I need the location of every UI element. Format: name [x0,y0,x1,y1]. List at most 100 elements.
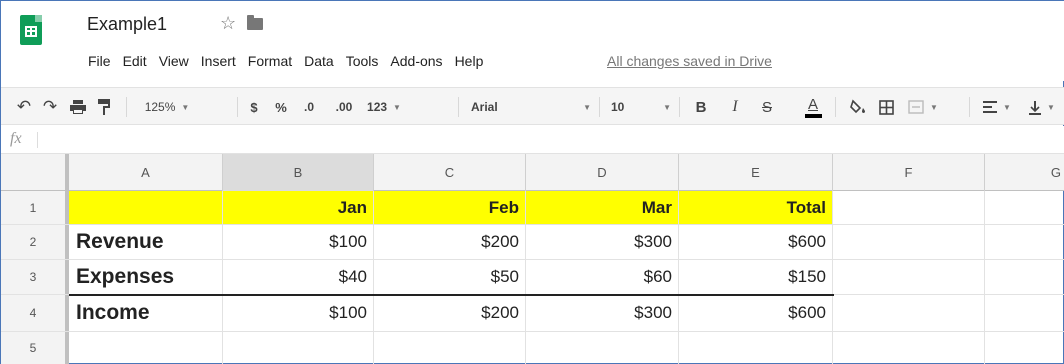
cell-d4[interactable]: $300 [526,295,679,331]
more-formats-button[interactable]: 123 ▼ [361,88,407,126]
row-header[interactable]: 5 [1,332,69,364]
borders-icon[interactable] [875,88,897,126]
toolbar-separator [835,97,836,117]
column-header-e[interactable]: E [679,154,833,191]
toolbar-separator [237,97,238,117]
save-status-link[interactable]: All changes saved in Drive [607,53,772,69]
column-header-a[interactable]: A [69,154,223,191]
cell-a4[interactable]: Income [69,295,223,331]
cell-e3[interactable]: $150 [679,260,833,294]
cell-b2[interactable]: $100 [223,225,374,259]
chevron-down-icon: ▼ [393,102,401,112]
zoom-select[interactable]: 125% ▼ [137,88,197,126]
menu-tools[interactable]: Tools [340,53,385,69]
text-color-button[interactable]: A [801,88,825,126]
fill-color-icon[interactable] [847,88,869,126]
total-divider-line [69,294,834,296]
cell-e5[interactable] [679,332,833,364]
column-header-c[interactable]: C [374,154,526,191]
undo-icon[interactable]: ↶ [13,88,35,126]
cell-g4[interactable] [985,295,1064,331]
column-header-g[interactable]: G [985,154,1064,191]
cell-d5[interactable] [526,332,679,364]
percent-format-button[interactable]: % [271,88,291,126]
row-header[interactable]: 4 [1,295,69,331]
column-header-row: A B C D E F G [1,154,1064,191]
cell-e2[interactable]: $600 [679,225,833,259]
menu-edit[interactable]: Edit [117,53,153,69]
paint-format-icon[interactable] [94,88,114,126]
cell-a5[interactable] [69,332,223,364]
column-header-b[interactable]: B [223,154,374,191]
merge-cells-icon[interactable]: ▼ [903,88,943,126]
cell-f5[interactable] [833,332,985,364]
cell-c4[interactable]: $200 [374,295,526,331]
menu-insert[interactable]: Insert [195,53,242,69]
cell-g1[interactable] [985,191,1064,224]
menu-addons[interactable]: Add-ons [384,53,448,69]
row-header[interactable]: 2 [1,225,69,259]
bold-button[interactable]: B [691,88,711,126]
text-color-label: A [807,95,818,113]
cell-c2[interactable]: $200 [374,225,526,259]
cell-e1[interactable]: Total [679,191,833,224]
cell-b3[interactable]: $40 [223,260,374,294]
cell-f3[interactable] [833,260,985,294]
cell-a1[interactable] [69,191,223,224]
menu-help[interactable]: Help [449,53,490,69]
increase-decimal-button[interactable]: .00 [329,88,359,126]
cell-e4[interactable]: $600 [679,295,833,331]
cell-g3[interactable] [985,260,1064,294]
cell-a2[interactable]: Revenue [69,225,223,259]
menu-bar: File Edit View Insert Format Data Tools … [82,49,489,73]
column-header-f[interactable]: F [833,154,985,191]
sheets-logo-icon[interactable] [20,15,42,45]
chevron-down-icon: ▼ [930,102,938,112]
cell-g2[interactable] [985,225,1064,259]
strikethrough-button[interactable]: S [757,88,777,126]
cell-b4[interactable]: $100 [223,295,374,331]
cell-c3[interactable]: $50 [374,260,526,294]
row-header[interactable]: 3 [1,260,69,294]
redo-icon[interactable]: ↷ [39,88,61,126]
cell-d1[interactable]: Mar [526,191,679,224]
document-title[interactable]: Example1 [87,14,167,35]
menu-file[interactable]: File [82,53,117,69]
formula-input[interactable] [45,131,1055,149]
chevron-down-icon: ▼ [663,102,671,112]
cell-f1[interactable] [833,191,985,224]
cell-d2[interactable]: $300 [526,225,679,259]
align-left-icon[interactable]: ▼ [979,88,1015,126]
font-size-value: 10 [611,100,625,114]
cell-f2[interactable] [833,225,985,259]
menu-format[interactable]: Format [242,53,298,69]
cell-g5[interactable] [985,332,1064,364]
toolbar-separator [679,97,680,117]
toolbar-separator [599,97,600,117]
column-header-d[interactable]: D [526,154,679,191]
currency-format-button[interactable]: $ [244,88,264,126]
cell-c1[interactable]: Feb [374,191,526,224]
font-size-select[interactable]: 10 ▼ [611,88,671,126]
decrease-decimal-button[interactable]: .0 [296,88,322,126]
increase-decimal-label: .00 [335,100,353,114]
folder-icon[interactable] [247,15,263,30]
cell-a3[interactable]: Expenses [69,260,223,294]
star-icon[interactable]: ☆ [220,13,236,34]
table-row: 3 Expenses $40 $50 $60 $150 [1,260,1064,295]
menu-view[interactable]: View [153,53,195,69]
row-header[interactable]: 1 [1,191,69,224]
cell-c5[interactable] [374,332,526,364]
align-bottom-icon[interactable]: ▼ [1021,88,1063,126]
italic-button[interactable]: I [725,88,745,126]
fx-icon: fx [10,130,22,147]
print-icon[interactable] [67,88,89,126]
zoom-value: 125% [144,100,176,114]
menu-data[interactable]: Data [298,53,340,69]
font-select[interactable]: Arial ▼ [471,88,591,126]
cell-f4[interactable] [833,295,985,331]
cell-d3[interactable]: $60 [526,260,679,294]
cell-b5[interactable] [223,332,374,364]
select-all-corner[interactable] [1,154,69,191]
cell-b1[interactable]: Jan [223,191,374,224]
